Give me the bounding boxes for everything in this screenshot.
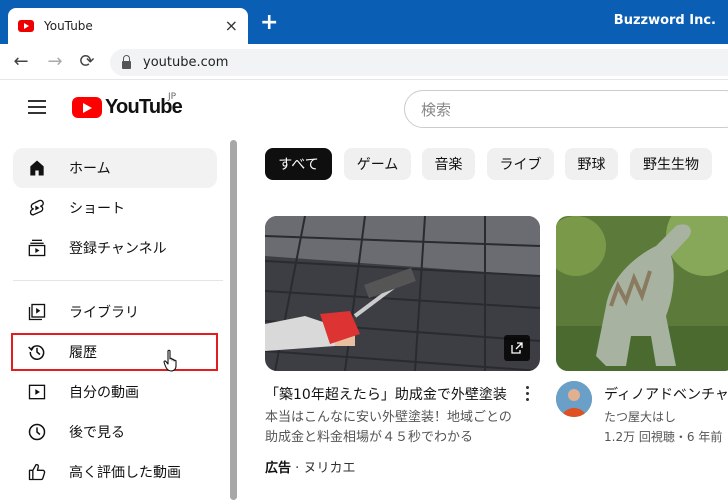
tab-title: YouTube (44, 19, 93, 33)
video-meta: 1.2万 回視聴・6 年前 (604, 430, 723, 444)
tab-close-icon[interactable]: × (225, 18, 238, 34)
chip-wildlife[interactable]: 野生生物 (630, 148, 712, 180)
browser-toolbar: ← → ⟳ youtube.com (0, 44, 728, 80)
chip-baseball[interactable]: 野球 (565, 148, 618, 180)
browser-tab-bar: YouTube × + Buzzword Inc. (0, 0, 728, 44)
chip-music[interactable]: 音楽 (422, 148, 475, 180)
shorts-icon (29, 199, 44, 216)
sidebar-item-label: ライブラリ (69, 305, 139, 321)
forward-button[interactable]: → (44, 51, 66, 73)
chip-game[interactable]: ゲーム (344, 148, 411, 180)
ad-info: 広告 · ヌリカエ (265, 457, 355, 476)
lock-icon (122, 54, 131, 69)
youtube-play-icon (72, 97, 102, 118)
sidebar-item-liked-videos[interactable]: 高く評価した動画 (13, 452, 217, 492)
youtube-favicon-icon (18, 20, 34, 32)
url-text: youtube.com (143, 55, 229, 70)
sidebar-item-label: ホーム (69, 161, 111, 177)
browser-tab[interactable]: YouTube × (8, 8, 248, 44)
external-link-icon[interactable] (504, 335, 530, 361)
channel-avatar[interactable] (556, 381, 592, 417)
hand-cursor-icon (163, 349, 177, 372)
dinosaur-image (556, 216, 728, 371)
highlight-annotation (11, 333, 218, 371)
advertiser-name[interactable]: ヌリカエ (303, 461, 355, 476)
watch-later-icon (28, 423, 46, 441)
search-input[interactable]: 検索 (404, 90, 728, 128)
video-thumbnail[interactable] (556, 216, 728, 371)
ad-badge: 広告 (265, 461, 292, 476)
youtube-masthead: YouTube JP 検索 (0, 81, 728, 137)
sidebar-item-subscriptions[interactable]: 登録チャンネル (13, 228, 217, 268)
sidebar-item-your-videos[interactable]: 自分の動画 (13, 372, 217, 412)
channel-name[interactable]: たつ屋大はし (604, 408, 676, 425)
sidebar-item-label: 後で見る (69, 425, 125, 441)
youtube-logo[interactable]: YouTube JP (72, 92, 183, 119)
home-icon (30, 160, 44, 176)
ad-separator: · (295, 461, 300, 476)
sidebar-item-label: 自分の動画 (69, 385, 139, 401)
chip-live[interactable]: ライブ (487, 148, 554, 180)
sidebar-item-home[interactable]: ホーム (13, 148, 217, 188)
search-placeholder: 検索 (421, 100, 452, 119)
chip-all[interactable]: すべて (265, 148, 332, 180)
reload-button[interactable]: ⟳ (76, 51, 98, 73)
menu-icon[interactable] (28, 100, 46, 114)
sidebar-item-label: ショート (69, 201, 125, 217)
subscriptions-icon (28, 239, 46, 257)
address-bar[interactable]: youtube.com (110, 49, 728, 76)
more-options-icon[interactable] (524, 386, 530, 404)
sidebar-item-watch-later[interactable]: 後で見る (13, 412, 217, 452)
brand-label: Buzzword Inc. (613, 13, 716, 28)
sidebar: ホーム ショート 登録チャンネル ライブラリ 履歴 自分の動画 後で見る 高く評… (0, 137, 226, 500)
video-thumbnail[interactable] (265, 216, 540, 371)
region-code: JP (168, 92, 177, 102)
sidebar-scrollbar-thumb[interactable] (230, 140, 237, 500)
video-description-line: 本当はこんなに安い外壁塗装！地域ごとの (265, 410, 512, 425)
video-title[interactable]: 「築10年超えたら」助成金で外壁塗装 (265, 384, 507, 404)
video-title[interactable]: ディノアドベンチャ (604, 384, 728, 404)
sidebar-divider (13, 280, 223, 281)
sidebar-item-label: 登録チャンネル (69, 241, 167, 257)
sidebar-item-label: 高く評価した動画 (69, 465, 181, 481)
sidebar-item-shorts[interactable]: ショート (13, 188, 217, 228)
liked-videos-icon (28, 463, 46, 481)
new-tab-button[interactable]: + (260, 12, 278, 34)
roof-painting-image (265, 216, 540, 371)
library-icon (28, 303, 46, 321)
filter-chips: すべて ゲーム 音楽 ライブ 野球 野生生物 (265, 148, 728, 180)
sidebar-item-library[interactable]: ライブラリ (13, 292, 217, 332)
video-description-line: 助成金と料金相場が４５秒でわかる (265, 430, 474, 445)
your-videos-icon (28, 384, 46, 400)
back-button[interactable]: ← (10, 51, 32, 73)
